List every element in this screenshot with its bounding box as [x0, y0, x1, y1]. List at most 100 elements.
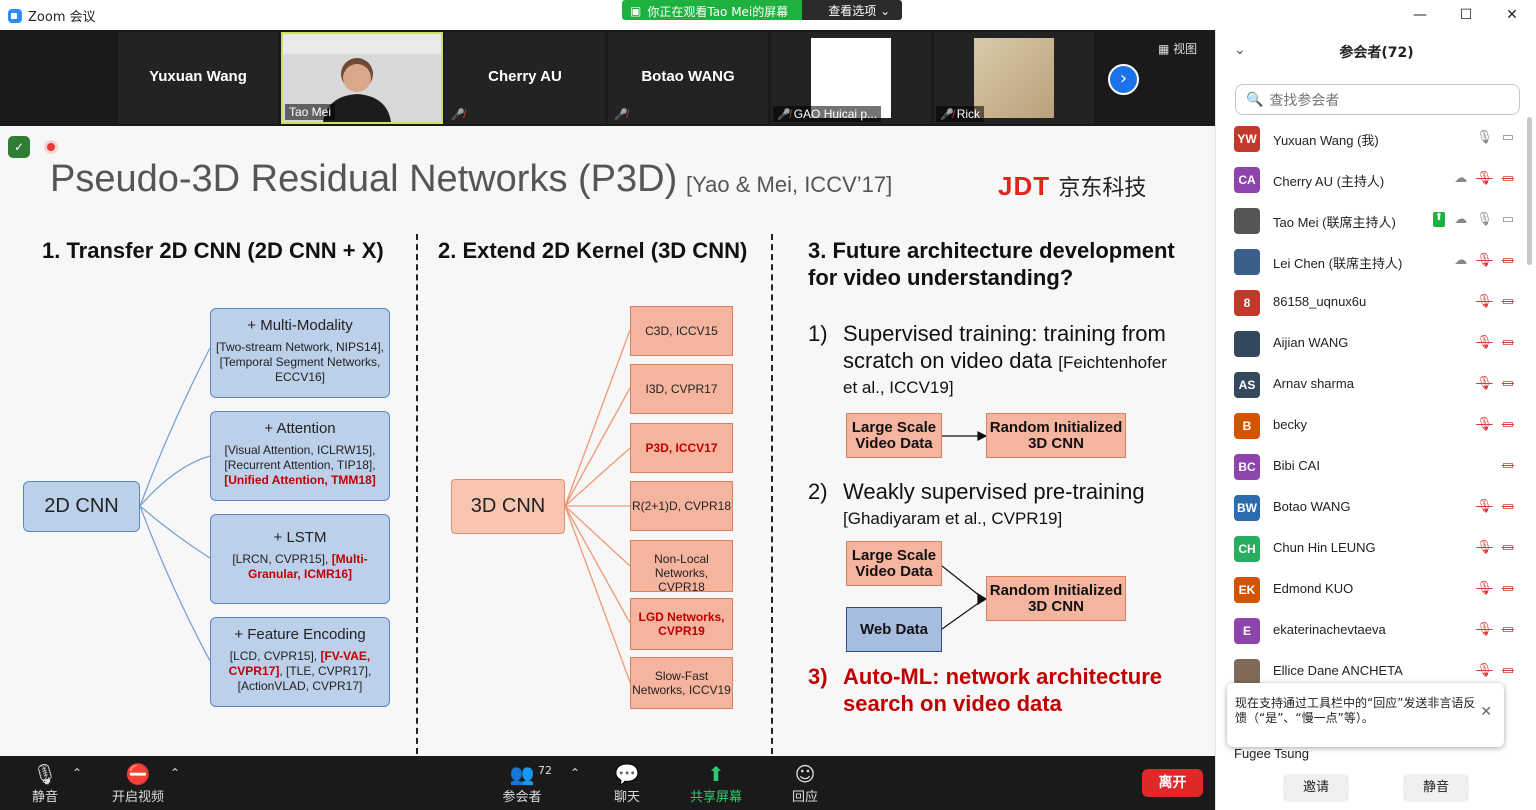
- close-button[interactable]: ✕: [1497, 4, 1527, 26]
- mute-button[interactable]: 🎙 静音: [28, 762, 62, 805]
- box-title: + Feature Encoding: [234, 626, 366, 643]
- video-tile-botao[interactable]: Botao WANG 🎤̸: [608, 32, 768, 124]
- participant-row[interactable]: Eekaterinachevtaeva 🎙 ▭: [1216, 610, 1526, 651]
- next-page-button[interactable]: ›: [1108, 64, 1139, 95]
- mic-muted-icon: 🎙: [1476, 581, 1493, 596]
- mic-muted-icon: 🎙: [1476, 335, 1493, 350]
- box-feature-encoding: + Feature Encoding [LCD, CVPR15], [FV-VA…: [210, 617, 390, 707]
- box-multi-modality: + Multi-Modality [Two-stream Network, NI…: [210, 308, 390, 398]
- invite-button[interactable]: 邀请: [1283, 774, 1349, 802]
- reactions-label: 回应: [791, 790, 818, 805]
- video-strip: Yuxuan Wang Tao Mei Cherry AU 🎤̸ Botao W…: [0, 30, 1215, 126]
- box-lstm: + LSTM [LRCN, CVPR15], [Multi-Granular, …: [210, 514, 390, 604]
- avatar: CA: [1234, 167, 1260, 193]
- connector-line: [564, 505, 631, 624]
- video-tile-taomei[interactable]: Tao Mei: [281, 32, 443, 124]
- participant-status-icons: 🎙 ▭: [1476, 417, 1514, 432]
- participant-status-icons: 🎙 ▭: [1476, 294, 1514, 309]
- participant-row[interactable]: AS Arnav sharma 🎙 ▭: [1216, 364, 1526, 405]
- mic-muted-icon: 🎙: [1476, 663, 1493, 678]
- participant-row[interactable]: Bbecky 🎙 ▭: [1216, 405, 1526, 446]
- avatar: 8: [1234, 290, 1260, 316]
- video-label: 开启视频: [111, 790, 164, 805]
- box-i3d: I3D, CVPR17: [630, 364, 733, 414]
- avatar: CH: [1234, 536, 1260, 562]
- avatar: YW: [1234, 126, 1260, 152]
- item3-number: 3): [808, 664, 828, 689]
- participants-chevron-icon[interactable]: ⌃: [568, 766, 582, 780]
- video-icon: ▭: [1501, 212, 1514, 227]
- box-body: [Two-stream Network, NIPS14], [Temporal …: [215, 340, 385, 384]
- participant-search[interactable]: 🔍: [1235, 84, 1520, 115]
- participant-row[interactable]: Aijian WANG 🎙 ▭: [1216, 323, 1526, 364]
- participant-row[interactable]: CH Chun Hin LEUNG 🎙 ▭: [1216, 528, 1526, 569]
- tile-name: Cherry AU: [488, 68, 562, 85]
- box-body: [LCD, CVPR15], [FV-VAE, CVPR17], [TLE, C…: [211, 649, 389, 694]
- box-attention: + Attention [Visual Attention, ICLRW15],…: [210, 411, 390, 501]
- video-off-icon: ▭: [1501, 581, 1514, 596]
- node-3d-cnn: 3D CNN: [451, 479, 565, 534]
- participant-row[interactable]: YW Yuxuan Wang (我) 🎙 ▭: [1216, 118, 1526, 159]
- box-r21d: R(2+1)D, CVPR18: [630, 481, 733, 531]
- participant-row[interactable]: EK Edmond KUO 🎙 ▭: [1216, 569, 1526, 610]
- participant-row[interactable]: BW Botao WANG 🎙 ▭: [1216, 487, 1526, 528]
- participant-name: Bibi CAI: [1273, 458, 1320, 473]
- video-tile-cherry[interactable]: Cherry AU 🎤̸: [445, 32, 605, 124]
- share-status-text: 你正在观看Tao Mei的屏幕: [647, 4, 789, 19]
- video-off-icon: ▭: [1501, 499, 1514, 514]
- video-off-icon: ▭: [1501, 253, 1514, 268]
- participant-row[interactable]: 8 86158_uqnux6u 🎙 ▭: [1216, 282, 1526, 323]
- video-options-chevron-icon[interactable]: ⌃: [168, 766, 182, 780]
- search-input[interactable]: [1269, 91, 1500, 108]
- mute-all-button[interactable]: 静音: [1403, 774, 1469, 802]
- participant-name: Aijian WANG: [1273, 335, 1349, 350]
- participant-status-icons: 🎙 ▭: [1476, 581, 1514, 596]
- video-off-icon: ▭: [1501, 417, 1514, 432]
- emoji-icon: ☺: [794, 762, 816, 786]
- mic-muted-icon: 🎙: [1476, 171, 1493, 186]
- participant-row[interactable]: Tao Mei (联席主持人) ⬆ ☁ 🎙 ▭: [1216, 200, 1526, 241]
- tile-name: Yuxuan Wang: [149, 68, 247, 85]
- view-label: 视图: [1173, 42, 1198, 56]
- item2-cite: [Ghadiyaram et al., CVPR19]: [843, 503, 1062, 532]
- mic-muted-icon: 🎤̸: [614, 109, 628, 121]
- participant-scrollbar[interactable]: [1527, 117, 1532, 265]
- tile-label-text: GAO Huicai p...: [793, 107, 878, 121]
- video-off-icon: ▭: [1501, 540, 1514, 555]
- participant-row[interactable]: BC Bibi CAI ▭: [1216, 446, 1526, 487]
- video-tile-yuxuan[interactable]: Yuxuan Wang: [118, 32, 278, 124]
- participant-status-icons: 🎙 ▭: [1476, 663, 1514, 678]
- cloud-icon: ☁: [1454, 212, 1468, 227]
- participant-name: Arnav sharma: [1273, 376, 1354, 391]
- item1-cite-2: et al., ICCV19]: [843, 378, 954, 397]
- video-off-icon: ▭: [1501, 335, 1514, 350]
- avatar: E: [1234, 618, 1260, 644]
- video-off-icon: ▭: [1501, 171, 1514, 186]
- mic-muted-icon: 🎤̸: [451, 109, 465, 121]
- maximize-button[interactable]: ☐: [1451, 4, 1481, 26]
- video-tile-rick[interactable]: 🎤̸ Rick: [934, 32, 1094, 124]
- chat-button[interactable]: 💬 聊天: [611, 762, 643, 805]
- audio-options-chevron-icon[interactable]: ⌃: [70, 766, 84, 780]
- leave-button[interactable]: 离开: [1142, 769, 1203, 797]
- participant-name: Tao Mei (联席主持人): [1273, 215, 1396, 230]
- minimize-button[interactable]: —: [1405, 4, 1435, 26]
- share-screen-icon: ⬆: [707, 762, 725, 786]
- participant-row[interactable]: Lei Chen (联席主持人) ☁ 🎙 ▭: [1216, 241, 1526, 282]
- item1-cite: [Feichtenhofer: [1058, 353, 1167, 372]
- flow-large-scale-2: Large Scale Video Data: [846, 541, 942, 586]
- item2-cite-text: [Ghadiyaram et al., CVPR19]: [843, 509, 1063, 528]
- participant-name: ekaterinachevtaeva: [1273, 622, 1386, 637]
- item3-line1: Auto-ML: network architecture: [843, 664, 1163, 689]
- video-off-icon: ⛔: [125, 762, 151, 786]
- view-button[interactable]: ▦ 视图: [1158, 40, 1197, 57]
- box-title: + Attention: [264, 420, 336, 437]
- view-options-button[interactable]: 查看选项 ⌄: [802, 0, 903, 20]
- close-tooltip-icon[interactable]: ✕: [1480, 705, 1492, 720]
- mic-muted-icon: 🎙: [1476, 622, 1493, 637]
- share-screen-button[interactable]: ⬆ 共享屏幕: [686, 762, 746, 805]
- video-tile-gao[interactable]: 🎤̸ GAO Huicai p...: [771, 32, 931, 124]
- start-video-button[interactable]: ⛔ 开启视频: [108, 762, 168, 805]
- reactions-button[interactable]: ☺ 回应: [790, 762, 820, 805]
- participant-row[interactable]: CA Cherry AU (主持人) ☁ 🎙 ▭: [1216, 159, 1526, 200]
